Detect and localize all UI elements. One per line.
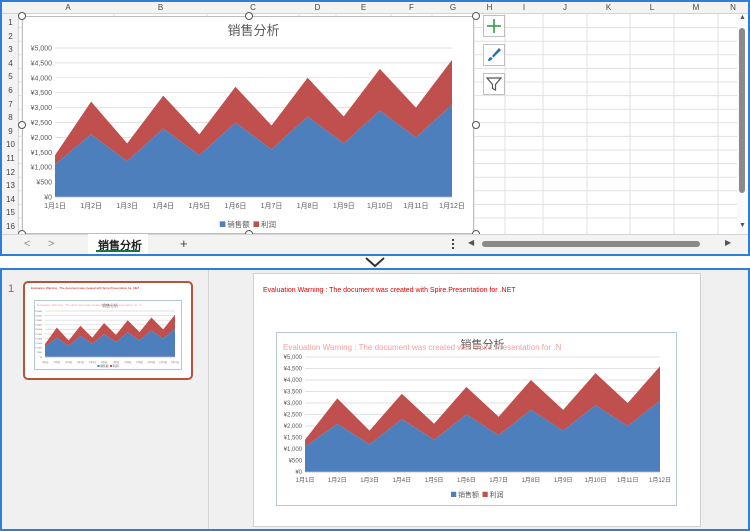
scroll-up-arrow[interactable]: ▲ xyxy=(739,14,746,21)
thumb-x-tick-label: 1月4日 xyxy=(77,360,84,364)
ppt-x-tick-label: 1月9日 xyxy=(554,477,573,484)
ppt-area-chart[interactable]: 销售分析¥0¥500¥1,000¥1,500¥2,000¥2,500¥3,000… xyxy=(277,333,678,507)
thumb-x-tick-label: 1月8日 xyxy=(124,360,131,364)
ppt-x-tick-label: 1月1日 xyxy=(296,477,315,484)
resize-handle[interactable] xyxy=(472,121,480,129)
ppt-x-tick-label: 1月6日 xyxy=(457,477,476,484)
filter-icon xyxy=(485,77,503,91)
scroll-right-arrow[interactable]: ▶ xyxy=(725,238,731,247)
thumb-x-tick-label: 1月9日 xyxy=(136,360,143,364)
thumb-y-tick-label: ¥500 xyxy=(37,352,43,354)
thumb-y-tick-label: ¥2,500 xyxy=(35,334,42,336)
resize-handle[interactable] xyxy=(18,12,26,20)
ppt-y-tick-label: ¥4,500 xyxy=(284,367,303,373)
thumb-legend-label-sales: 销售额 xyxy=(100,364,109,368)
ppt-y-tick-label: ¥3,500 xyxy=(284,390,303,396)
ppt-x-tick-label: 1月12日 xyxy=(649,477,671,484)
ppt-y-tick-label: ¥500 xyxy=(289,459,303,465)
thumb-x-tick-label: 1月5日 xyxy=(89,360,96,364)
ppt-y-tick-label: ¥4,000 xyxy=(284,378,303,384)
ppt-legend-label-sales: 销售额 xyxy=(458,490,479,499)
slide-thumbnail[interactable]: Evaluation Warning : The document was cr… xyxy=(23,281,193,380)
ppt-legend-label-profit: 利润 xyxy=(490,490,504,499)
thumb-overlay-warning: Evaluation Warning : The document was cr… xyxy=(37,303,142,307)
thumb-legend-swatch-sales xyxy=(97,364,100,367)
column-header[interactable]: L xyxy=(630,2,674,14)
vertical-scroll-thumb[interactable] xyxy=(739,28,745,193)
column-header[interactable]: N xyxy=(718,2,748,14)
ppt-x-tick-label: 1月11日 xyxy=(617,477,639,484)
ppt-legend-swatch-profit xyxy=(482,491,488,497)
ppt-x-tick-label: 1月7日 xyxy=(489,477,508,484)
chart-selection-handles[interactable] xyxy=(14,8,484,242)
thumb-legend-label-profit: 利润 xyxy=(113,364,119,368)
chart-filters-button[interactable] xyxy=(483,73,505,95)
resize-handle[interactable] xyxy=(18,121,26,129)
thumb-y-tick-label: ¥4,500 xyxy=(35,315,42,317)
thumb-legend-swatch-profit xyxy=(110,364,113,367)
ppt-y-tick-label: ¥1,500 xyxy=(284,436,303,442)
thumb-y-tick-label: ¥3,500 xyxy=(35,325,42,327)
chevron-down-icon xyxy=(365,257,385,268)
thumb-y-tick-label: ¥1,000 xyxy=(35,348,42,350)
column-header[interactable]: M xyxy=(674,2,718,14)
thumb-x-tick-label: 1月12日 xyxy=(171,360,179,364)
ppt-y-tick-label: ¥1,000 xyxy=(284,447,303,453)
thumb-x-tick-label: 1月1日 xyxy=(42,360,49,364)
slide-chart-box[interactable]: 销售分析 ¥0 ¥500 ¥1,000 ¥1,500 ¥2,000 ¥2,500 ¥3,000… xyxy=(276,332,677,506)
thumb-y-tick-label: ¥3,000 xyxy=(35,329,42,331)
prev-sheet-arrow[interactable]: < xyxy=(24,238,30,250)
overlay-warning: Evaluation Warning : The document was cr… xyxy=(283,343,562,352)
sheet-tab-active[interactable]: 销售分析 xyxy=(88,234,148,254)
resize-handle[interactable] xyxy=(472,12,480,20)
brush-icon xyxy=(488,48,501,61)
slide-number: 1 xyxy=(8,283,15,295)
ppt-y-tick-label: ¥2,000 xyxy=(284,424,303,430)
sheet-tab-underline xyxy=(96,250,140,252)
thumb-warning: Evaluation Warning : The document was cr… xyxy=(31,286,140,290)
ppt-x-tick-label: 1月4日 xyxy=(392,477,411,484)
scroll-down-arrow[interactable]: ▼ xyxy=(739,222,746,229)
chart-elements-button[interactable] xyxy=(483,15,505,37)
thumb-x-tick-label: 1月10日 xyxy=(147,360,155,364)
ppt-y-tick-label: ¥2,500 xyxy=(284,413,303,419)
plus-icon xyxy=(487,19,501,33)
excel-window: ABCDEFGHIJKLMN 1 2 3 4 5 6 7 8 9 10 11 12 13 14 15 16 销… xyxy=(0,0,750,256)
thumb-y-tick-label: ¥4,000 xyxy=(35,320,42,322)
ppt-x-tick-label: 1月10日 xyxy=(584,477,606,484)
ppt-y-tick-label: ¥5,000 xyxy=(284,355,303,361)
thumb-area-chart: 销售分析¥0¥500¥1,000¥1,500¥2,000¥2,500¥3,000… xyxy=(35,302,179,368)
thumb-y-tick-label: ¥1,500 xyxy=(35,343,42,345)
presentation-window: 1 Evaluation Warning : The document was … xyxy=(0,268,750,531)
ppt-x-tick-label: 1月3日 xyxy=(360,477,379,484)
column-header[interactable]: I xyxy=(505,2,543,14)
vertical-scrollbar[interactable]: ▲ ▼ xyxy=(737,14,748,234)
thumb-y-tick-label: ¥5,000 xyxy=(35,311,42,313)
ppt-x-tick-label: 1月8日 xyxy=(522,477,541,484)
thumb-x-tick-label: 1月11日 xyxy=(159,360,167,364)
ppt-x-tick-label: 1月5日 xyxy=(425,477,444,484)
next-sheet-arrow[interactable]: > xyxy=(48,238,54,250)
horizontal-scroll-thumb[interactable] xyxy=(482,241,700,247)
evaluation-warning: Evaluation Warning : The document was cr… xyxy=(263,287,516,294)
thumb-x-tick-label: 1月2日 xyxy=(53,360,60,364)
column-header[interactable]: K xyxy=(587,2,630,14)
ppt-legend-swatch-sales xyxy=(451,491,457,497)
resize-handle[interactable] xyxy=(245,12,253,20)
thumb-y-tick-label: ¥0 xyxy=(40,357,43,359)
slide[interactable]: Evaluation Warning : The document was cr… xyxy=(253,273,701,527)
add-sheet-button[interactable]: + xyxy=(180,236,188,251)
ppt-x-tick-label: 1月2日 xyxy=(328,477,347,484)
scroll-left-arrow[interactable]: ◀ xyxy=(468,238,474,247)
chart-styles-button[interactable] xyxy=(483,44,505,66)
column-header[interactable]: J xyxy=(543,2,587,14)
more-vertical-icon[interactable] xyxy=(452,239,455,251)
thumb-x-tick-label: 1月3日 xyxy=(65,360,72,364)
horizontal-scrollbar[interactable]: ◀ ▶ xyxy=(468,238,736,250)
ppt-y-tick-label: ¥3,000 xyxy=(284,401,303,407)
ppt-y-tick-label: ¥0 xyxy=(295,470,302,476)
thumb-y-tick-label: ¥2,000 xyxy=(35,338,42,340)
thumb-chart-box: 销售分析 ¥0 ¥500 ¥1,000 ¥1,500 ¥2,000 ¥2,500 ¥3,000… xyxy=(34,300,182,370)
